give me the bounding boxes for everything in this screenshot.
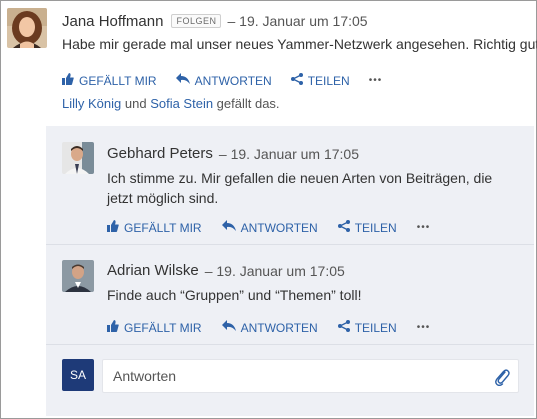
avatar[interactable] xyxy=(62,142,94,174)
post-actions: GEFÄLLT MIR ANTWORTEN TEILEN ••• xyxy=(62,73,382,88)
reply-actions: GEFÄLLT MIR ANTWORTEN TEILEN ••• xyxy=(107,320,430,335)
timestamp: – 19. Januar um 17:05 xyxy=(218,145,360,162)
reply-input-box[interactable] xyxy=(102,359,519,393)
like-button[interactable]: GEFÄLLT MIR xyxy=(62,73,157,88)
share-button[interactable]: TEILEN xyxy=(337,320,397,335)
more-icon[interactable]: ••• xyxy=(369,75,383,86)
follow-button[interactable]: FOLGEN xyxy=(171,14,222,28)
reply-header: Adrian Wilske – 19. Januar um 17:05 xyxy=(107,262,345,279)
reply-header: Gebhard Peters – 19. Januar um 17:05 xyxy=(107,145,359,162)
paperclip-icon[interactable] xyxy=(494,368,510,391)
reply-label: ANTWORTEN xyxy=(240,320,318,335)
reply-composer: SA xyxy=(62,359,519,393)
reply-arrow-icon xyxy=(175,73,195,88)
author-name[interactable]: Jana Hoffmann xyxy=(62,13,163,30)
like-button[interactable]: GEFÄLLT MIR xyxy=(107,220,202,235)
like-label: GEFÄLLT MIR xyxy=(79,73,157,88)
reply-button[interactable]: ANTWORTEN xyxy=(175,73,272,88)
timestamp: – 19. Januar um 17:05 xyxy=(204,262,345,279)
reply-label: ANTWORTEN xyxy=(240,220,318,235)
thumbs-up-icon xyxy=(107,320,124,335)
reply-thread: Gebhard Peters – 19. Januar um 17:05 Ich… xyxy=(46,126,534,416)
like-label: GEFÄLLT MIR xyxy=(124,320,202,335)
reply-button[interactable]: ANTWORTEN xyxy=(221,320,318,335)
reply-arrow-icon xyxy=(221,220,241,235)
reply-arrow-icon xyxy=(221,320,241,335)
likes-summary: Lilly König und Sofia Stein gefällt das. xyxy=(62,96,280,111)
divider xyxy=(46,244,534,245)
avatar[interactable] xyxy=(7,8,47,48)
liker-link[interactable]: Lilly König xyxy=(62,96,121,111)
likes-conjunction: und xyxy=(121,96,151,111)
share-button[interactable]: TEILEN xyxy=(337,220,397,235)
liker-link[interactable]: Sofia Stein xyxy=(150,96,213,111)
divider xyxy=(46,344,534,345)
share-label: TEILEN xyxy=(354,320,397,335)
share-icon xyxy=(290,73,308,88)
author-name[interactable]: Adrian Wilske xyxy=(107,262,199,279)
more-icon[interactable]: ••• xyxy=(417,222,431,233)
more-icon[interactable]: ••• xyxy=(417,322,431,333)
timestamp: – 19. Januar um 17:05 xyxy=(227,13,368,29)
share-label: TEILEN xyxy=(354,220,397,235)
share-icon xyxy=(337,220,355,235)
post-message: Habe mir gerade mal unser neues Yammer-N… xyxy=(62,36,537,52)
avatar[interactable] xyxy=(62,260,94,292)
like-button[interactable]: GEFÄLLT MIR xyxy=(107,320,202,335)
like-label: GEFÄLLT MIR xyxy=(124,220,202,235)
likes-suffix: gefällt das. xyxy=(213,96,280,111)
reply-message: Finde auch “Gruppen” und “Themen” toll! xyxy=(107,287,362,303)
share-button[interactable]: TEILEN xyxy=(290,73,350,88)
avatar[interactable]: SA xyxy=(62,359,94,391)
reply-message: Ich stimme zu. Mir gefallen die neuen Ar… xyxy=(107,170,493,206)
thumbs-up-icon xyxy=(107,220,124,235)
reply-actions: GEFÄLLT MIR ANTWORTEN TEILEN ••• xyxy=(107,220,430,235)
author-name[interactable]: Gebhard Peters xyxy=(107,145,213,162)
thumbs-up-icon xyxy=(62,73,79,88)
share-icon xyxy=(337,320,355,335)
reply-button[interactable]: ANTWORTEN xyxy=(221,220,318,235)
yammer-conversation: Jana Hoffmann FOLGEN – 19. Januar um 17:… xyxy=(0,0,537,419)
share-label: TEILEN xyxy=(307,73,350,88)
post-header: Jana Hoffmann FOLGEN – 19. Januar um 17:… xyxy=(62,11,368,31)
reply-label: ANTWORTEN xyxy=(194,73,272,88)
reply-input[interactable] xyxy=(111,367,481,385)
